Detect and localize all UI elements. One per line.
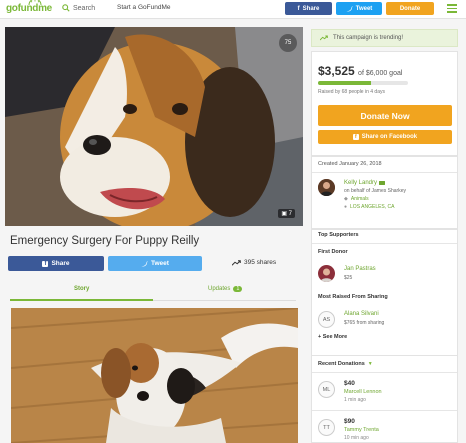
share-facebook-label: Share on Facebook bbox=[361, 134, 418, 140]
donor-avatar[interactable]: ML bbox=[318, 381, 335, 398]
donor-name[interactable]: Marcell Lennon bbox=[344, 389, 382, 395]
first-donor-amount: $25 bbox=[344, 275, 353, 281]
share-button[interactable]: f Share bbox=[8, 256, 104, 271]
organizer-location: ● LOS ANGELES, CA bbox=[344, 204, 395, 210]
nav-share-button[interactable]: f Share bbox=[285, 2, 332, 15]
search-link[interactable]: Search bbox=[62, 4, 95, 12]
most-raised-name[interactable]: Alana Silvani bbox=[344, 311, 379, 317]
twitter-icon bbox=[345, 5, 353, 11]
puppy-photo bbox=[11, 308, 298, 443]
category-text: Animals bbox=[350, 196, 369, 202]
tweet-button[interactable]: Tweet bbox=[108, 256, 202, 271]
goal-text: of $6,000 goal bbox=[358, 70, 403, 77]
heart-count: 75 bbox=[284, 40, 292, 46]
donation-goal-card: $3,525 of $6,000 goal Raised by 68 peopl… bbox=[311, 51, 458, 156]
envelope-icon[interactable] bbox=[379, 181, 386, 185]
beagle-photo bbox=[5, 27, 303, 226]
donation-time: 10 min ago bbox=[344, 435, 369, 441]
photo-count-badge[interactable]: ▣ 7 bbox=[278, 209, 295, 218]
first-donor-name[interactable]: Jan Pastras bbox=[344, 266, 376, 272]
share-facebook-button[interactable]: f Share on Facebook bbox=[318, 130, 452, 144]
nav-donate-button[interactable]: Donate bbox=[386, 2, 434, 15]
top-supporters-heading: Top Supporters bbox=[318, 232, 359, 238]
divider bbox=[312, 372, 457, 373]
logo-sun-icon bbox=[28, 0, 42, 5]
tab-story[interactable]: Story bbox=[74, 286, 89, 292]
photo-count: 7 bbox=[288, 211, 292, 217]
donation-amount: $40 bbox=[344, 380, 355, 387]
tab-story-label: Story bbox=[74, 286, 90, 292]
organizer-name[interactable]: Kelly Landry bbox=[344, 180, 386, 186]
facebook-icon: f bbox=[297, 5, 300, 12]
raised-amount: $3,525 of $6,000 goal bbox=[318, 64, 402, 78]
nav-tweet-button[interactable]: Tweet bbox=[336, 2, 382, 15]
nav-tweet-label: Tweet bbox=[355, 5, 373, 12]
tweet-label: Tweet bbox=[151, 260, 169, 267]
campaign-title: Emergency Surgery For Puppy Reilly bbox=[10, 235, 200, 247]
donation-amount: $90 bbox=[344, 418, 355, 425]
donate-now-button[interactable]: Donate Now bbox=[318, 105, 452, 126]
top-supporters-card: Top Supporters First Donor Jan Pastras $… bbox=[311, 229, 458, 369]
tag-icon: ◆ bbox=[344, 196, 348, 202]
facebook-icon: f bbox=[352, 134, 359, 140]
top-nav: gofundme Search Start a GoFundMe f Share… bbox=[0, 0, 466, 19]
organizer-card: Created January 26, 2018 Kelly Landry on… bbox=[311, 156, 458, 229]
search-icon bbox=[62, 4, 70, 12]
donor-name[interactable]: Tammy Trenta bbox=[344, 427, 379, 433]
heart-count-badge[interactable]: 75 bbox=[279, 34, 297, 52]
share-count: 395 shares bbox=[232, 259, 276, 266]
progress-fill bbox=[318, 81, 371, 85]
gofundme-logo[interactable]: gofundme bbox=[6, 0, 52, 14]
first-donor-heading: First Donor bbox=[318, 249, 348, 255]
most-raised-avatar[interactable]: AS bbox=[318, 311, 335, 328]
facebook-icon: f bbox=[42, 260, 49, 267]
tab-updates-label: Updates bbox=[208, 286, 231, 292]
trending-text: This campaign is trending! bbox=[333, 35, 404, 41]
divider bbox=[312, 172, 457, 173]
active-tab-indicator bbox=[10, 299, 153, 301]
organizer-category[interactable]: ◆ Animals bbox=[344, 196, 369, 202]
share-label: Share bbox=[51, 260, 70, 267]
organizer-avatar[interactable] bbox=[318, 179, 335, 196]
raised-value: $3,525 bbox=[318, 64, 355, 78]
donation-time: 1 min ago bbox=[344, 397, 366, 403]
organizer-name-text: Kelly Landry bbox=[344, 180, 378, 186]
camera-icon: ▣ bbox=[281, 211, 287, 217]
progress-bar bbox=[318, 81, 408, 85]
twitter-icon bbox=[141, 260, 149, 266]
start-gofundme-link[interactable]: Start a GoFundMe bbox=[117, 4, 170, 11]
created-date: Created January 26, 2018 bbox=[318, 161, 382, 167]
location-text: LOS ANGELES, CA bbox=[350, 204, 395, 210]
trending-banner: This campaign is trending! bbox=[311, 29, 458, 47]
divider bbox=[312, 243, 457, 244]
map-pin-icon: ● bbox=[344, 204, 348, 210]
first-donor-photo bbox=[318, 265, 335, 282]
divider bbox=[312, 410, 457, 411]
story-image[interactable] bbox=[11, 308, 298, 443]
campaign-tabs: Story Updates 1 bbox=[10, 283, 296, 301]
nav-donate-label: Donate bbox=[399, 5, 421, 12]
first-donor-avatar[interactable] bbox=[318, 265, 335, 282]
recent-donations-label: Recent Donations bbox=[318, 361, 365, 367]
search-label: Search bbox=[73, 4, 96, 12]
nav-share-label: Share bbox=[302, 5, 320, 12]
tab-updates[interactable]: Updates 1 bbox=[208, 286, 243, 292]
recent-donations-dropdown[interactable]: Recent Donations ▼ bbox=[318, 361, 373, 367]
shares-text: 395 shares bbox=[244, 259, 277, 266]
most-raised-heading: Most Raised From Sharing bbox=[318, 294, 388, 300]
donor-avatar[interactable]: TT bbox=[318, 419, 335, 436]
trending-up-icon bbox=[232, 259, 241, 266]
trending-up-icon bbox=[320, 35, 328, 41]
hamburger-menu-icon[interactable] bbox=[447, 4, 457, 13]
most-raised-amount: $765 from sharing bbox=[344, 320, 385, 326]
organizer-behalf: on behalf of James Sharkey bbox=[344, 188, 406, 194]
raised-by-text: Raised by 68 people in 4 days bbox=[318, 89, 385, 95]
chevron-down-icon: ▼ bbox=[367, 361, 373, 367]
recent-donations-card: Recent Donations ▼ ML $40 Marcell Lennon… bbox=[311, 355, 458, 443]
see-more-link[interactable]: + See More bbox=[318, 334, 347, 340]
organizer-photo bbox=[318, 179, 335, 196]
updates-count-badge: 1 bbox=[233, 286, 243, 292]
campaign-hero-image[interactable]: 75 ▣ 7 bbox=[5, 27, 303, 226]
